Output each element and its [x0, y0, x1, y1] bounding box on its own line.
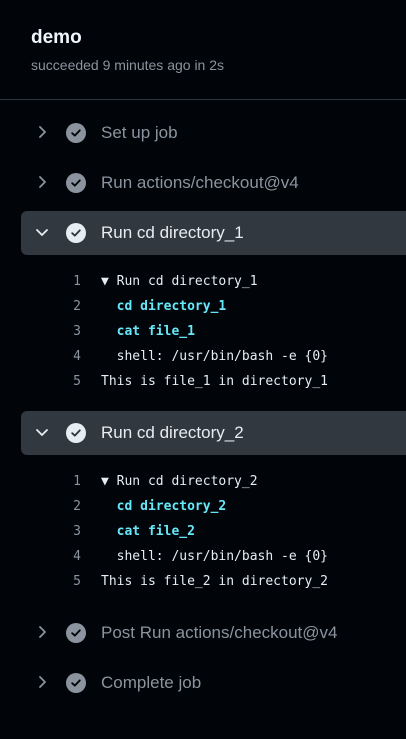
log-line: 3 cat file_1 [0, 320, 406, 345]
chevron-right-icon[interactable] [35, 175, 49, 189]
step-label: Run cd directory_2 [101, 423, 244, 442]
job-title: demo [31, 27, 82, 48]
chevron-right-icon[interactable] [35, 125, 49, 139]
line-number[interactable]: 3 [0, 524, 81, 539]
line-number[interactable]: 1 [0, 474, 81, 489]
check-circle-icon [66, 673, 86, 693]
log-line: 1 ▼ Run cd directory_1 [0, 270, 406, 295]
check-circle-icon [66, 423, 86, 443]
check-circle-icon [66, 623, 86, 643]
line-number[interactable]: 5 [0, 374, 81, 389]
log-line: 1 ▼ Run cd directory_2 [0, 470, 406, 495]
log-text: shell: /usr/bin/bash -e {0} [101, 549, 328, 564]
chevron-right-icon[interactable] [35, 625, 49, 639]
line-number[interactable]: 1 [0, 274, 81, 289]
log-line: 2 cd directory_1 [0, 295, 406, 320]
line-number[interactable]: 3 [0, 324, 81, 339]
line-number[interactable]: 5 [0, 574, 81, 589]
step-label: Complete job [101, 673, 202, 692]
log-text: cd directory_1 [101, 299, 227, 314]
log-line: 2 cd directory_2 [0, 495, 406, 520]
line-number[interactable]: 4 [0, 349, 81, 364]
log-text[interactable]: ▼ Run cd directory_2 [101, 474, 258, 489]
log-line: 5 This is file_1 in directory_1 [0, 370, 406, 395]
step-run-cd-directory-2[interactable]: Run cd directory_2 [21, 411, 406, 455]
step-set-up-job[interactable]: Set up job [21, 111, 406, 155]
step-log-directory-2: 1 ▼ Run cd directory_2 2 cd directory_2 … [0, 470, 406, 595]
log-line: 4 shell: /usr/bin/bash -e {0} [0, 345, 406, 370]
step-label: Run cd directory_1 [101, 223, 244, 242]
log-text: cat file_1 [101, 324, 195, 339]
chevron-down-icon[interactable] [35, 425, 49, 439]
step-complete-job[interactable]: Complete job [21, 661, 406, 705]
line-number[interactable]: 2 [0, 299, 81, 314]
log-text: cat file_2 [101, 524, 195, 539]
line-number[interactable]: 4 [0, 549, 81, 564]
log-text[interactable]: ▼ Run cd directory_1 [101, 274, 258, 289]
log-text: This is file_1 in directory_1 [101, 374, 328, 389]
log-line: 3 cat file_2 [0, 520, 406, 545]
log-line: 4 shell: /usr/bin/bash -e {0} [0, 545, 406, 570]
step-run-cd-directory-1[interactable]: Run cd directory_1 [21, 211, 406, 255]
chevron-down-icon[interactable] [35, 225, 49, 239]
step-post-run-checkout[interactable]: Post Run actions/checkout@v4 [21, 611, 406, 655]
log-text: shell: /usr/bin/bash -e {0} [101, 349, 328, 364]
step-log-directory-1: 1 ▼ Run cd directory_1 2 cd directory_1 … [0, 270, 406, 395]
check-circle-icon [66, 173, 86, 193]
step-label: Post Run actions/checkout@v4 [101, 623, 338, 642]
job-status: succeeded 9 minutes ago in 2s [31, 57, 225, 73]
step-label: Set up job [101, 123, 178, 142]
line-number[interactable]: 2 [0, 499, 81, 514]
check-circle-icon [66, 123, 86, 143]
check-circle-icon [66, 223, 86, 243]
chevron-right-icon[interactable] [35, 675, 49, 689]
log-line: 5 This is file_2 in directory_2 [0, 570, 406, 595]
log-text: cd directory_2 [101, 499, 227, 514]
step-label: Run actions/checkout@v4 [101, 173, 299, 192]
job-header: demo succeeded 9 minutes ago in 2s [0, 0, 406, 100]
log-text: This is file_2 in directory_2 [101, 574, 328, 589]
step-run-checkout[interactable]: Run actions/checkout@v4 [21, 161, 406, 205]
